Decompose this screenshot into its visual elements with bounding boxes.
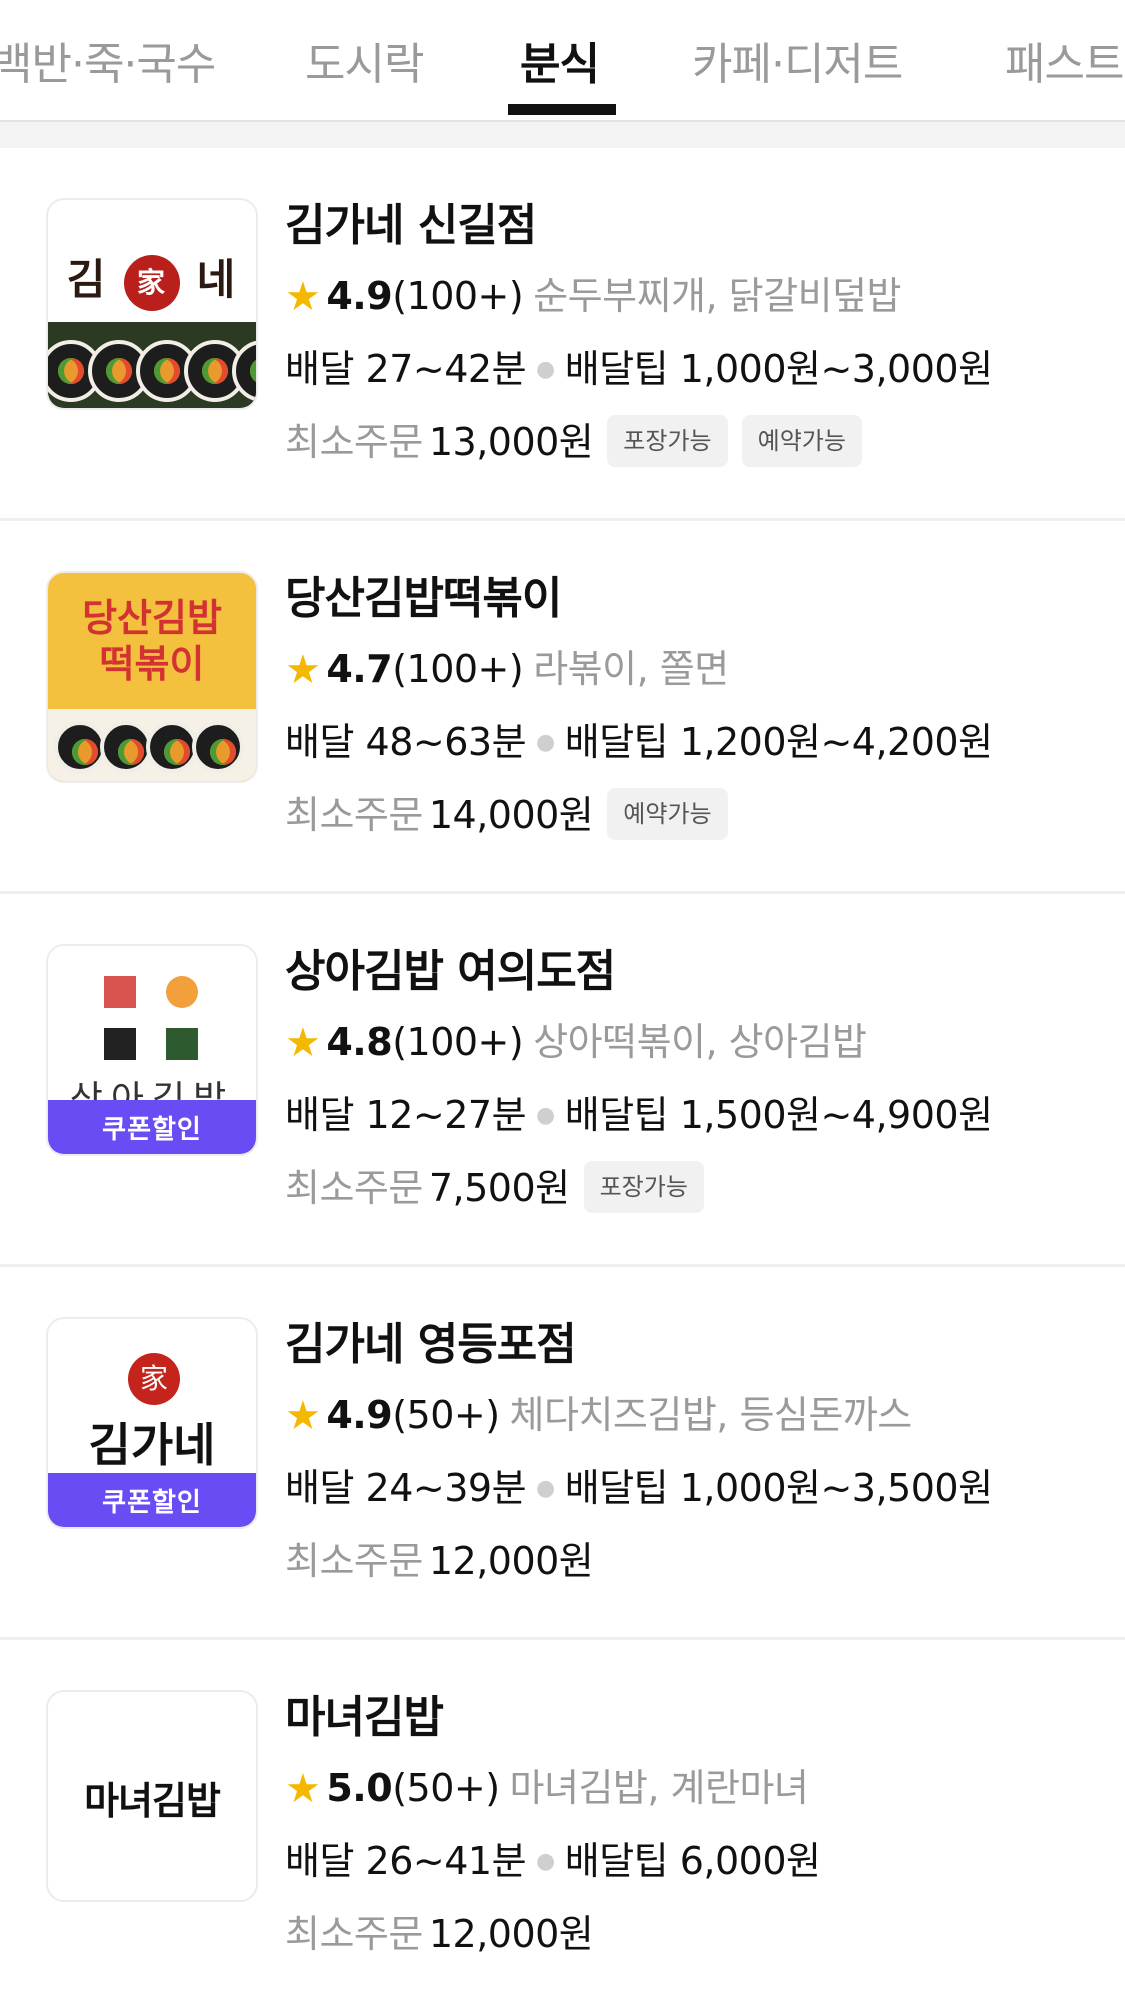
delivery-line: 배달 24~39분 ● 배달팁 1,000원~3,500원 xyxy=(285,1466,993,1510)
logo-shape-red xyxy=(104,976,136,1008)
delivery-line: 배달 26~41분 ● 배달팁 6,000원 xyxy=(285,1839,821,1883)
review-count: (50+) xyxy=(392,1766,500,1810)
star-icon: ★ xyxy=(285,647,321,693)
rating-line: ★ 5.0(50+) 마녀김밥, 계란마녀 xyxy=(285,1758,1095,1819)
restaurant-name: 상아김밥 여의도점 xyxy=(285,946,616,997)
tab-baekban[interactable]: 백반·죽·국수 xyxy=(0,28,216,92)
logo-shape-black xyxy=(104,1028,136,1060)
delivery-line: 배달 27~42분 ● 배달팁 1,000원~3,000원 xyxy=(285,347,993,391)
coupon-badge: 쿠폰할인 xyxy=(48,1100,256,1154)
min-order-line: 최소주문 13,000원 포장가능 예약가능 xyxy=(285,412,1095,472)
delivery-time: 27~42분 xyxy=(365,347,527,391)
menu-summary: 체다치즈김밥, 등심돈까스 xyxy=(509,1393,913,1437)
rating-line: ★ 4.9(100+) 순두부찌개, 닭갈비덮밥 xyxy=(285,266,1095,327)
rating-score: 4.7 xyxy=(326,647,393,691)
delivery-time: 26~41분 xyxy=(365,1839,527,1883)
delivery-tip: 1,200원~4,200원 xyxy=(679,720,993,764)
kimbap-image xyxy=(48,709,256,781)
min-order: 12,000원 xyxy=(428,1912,594,1956)
restaurant-card[interactable]: 마녀김밥 마녀김밥 ★ 5.0(50+) 마녀김밥, 계란마녀 배달 26~41분 ●… xyxy=(0,1640,1125,2010)
restaurant-list: 김 家 네 김가네 신길점 ★ 4.9(100+) 순두부찌개, 닭갈비덮밥 배달 … xyxy=(0,148,1125,2010)
star-icon: ★ xyxy=(285,1393,321,1439)
rating-score: 5.0 xyxy=(326,1766,393,1810)
delivery-line: 배달 48~63분 ● 배달팁 1,200원~4,200원 xyxy=(285,720,993,764)
tab-fastfood[interactable]: 패스트 xyxy=(1005,28,1124,92)
separator-dot: ● xyxy=(536,1103,555,1128)
min-order: 14,000원 xyxy=(428,793,594,837)
delivery-time: 12~27분 xyxy=(365,1093,527,1137)
logo-seal: 家 xyxy=(128,1353,180,1405)
restaurant-thumbnail: 김 家 네 xyxy=(46,198,258,410)
restaurant-name: 김가네 영등포점 xyxy=(285,1319,577,1370)
separator-dot: ● xyxy=(536,730,555,755)
restaurant-card[interactable]: 김 家 네 김가네 신길점 ★ 4.9(100+) 순두부찌개, 닭갈비덮밥 배달 … xyxy=(0,148,1125,521)
restaurant-card[interactable]: 당산김밥 떡볶이 당산김밥떡볶이 ★ 4.7(100+) 라볶이, 쫄면 배달 48~… xyxy=(0,521,1125,894)
thumbnail-logo: 김 家 네 xyxy=(48,246,256,311)
kimbap-image xyxy=(48,322,256,408)
restaurant-thumbnail: 家 김가네 쿠폰할인 xyxy=(46,1317,258,1529)
menu-summary: 라볶이, 쫄면 xyxy=(533,647,729,691)
tab-cafe-dessert[interactable]: 카페·디저트 xyxy=(692,28,903,92)
min-order-line: 최소주문 12,000원 xyxy=(285,1539,594,1583)
star-icon: ★ xyxy=(285,1766,321,1812)
min-order: 12,000원 xyxy=(428,1539,594,1583)
delivery-tip: 1,000원~3,500원 xyxy=(679,1466,993,1510)
restaurant-thumbnail: 마녀김밥 xyxy=(46,1690,258,1902)
delivery-line: 배달 12~27분 ● 배달팁 1,500원~4,900원 xyxy=(285,1093,993,1137)
active-tab-indicator xyxy=(508,104,616,115)
rating-score: 4.9 xyxy=(326,274,393,318)
restaurant-thumbnail: 상아김밥 쿠폰할인 xyxy=(46,944,258,1156)
min-order-line: 최소주문 7,500원 포장가능 xyxy=(285,1158,1095,1218)
logo-shape-orange xyxy=(166,976,198,1008)
tag-reservation: 예약가능 xyxy=(741,415,862,467)
section-divider xyxy=(0,122,1125,148)
menu-summary: 상아떡볶이, 상아김밥 xyxy=(533,1020,867,1064)
tab-dosirak[interactable]: 도시락 xyxy=(305,28,424,92)
review-count: (50+) xyxy=(392,1393,500,1437)
tag-takeout: 포장가능 xyxy=(583,1161,704,1213)
delivery-tip: 1,000원~3,000원 xyxy=(679,347,993,391)
restaurant-name: 마녀김밥 xyxy=(285,1692,444,1743)
menu-summary: 순두부찌개, 닭갈비덮밥 xyxy=(533,274,901,318)
restaurant-thumbnail: 당산김밥 떡볶이 xyxy=(46,571,258,783)
restaurant-name: 김가네 신길점 xyxy=(285,200,537,251)
rating-line: ★ 4.7(100+) 라볶이, 쫄면 xyxy=(285,639,1095,700)
logo-shape-green xyxy=(166,1028,198,1060)
rating-score: 4.8 xyxy=(326,1020,393,1064)
menu-summary: 마녀김밥, 계란마녀 xyxy=(509,1766,809,1810)
rating-score: 4.9 xyxy=(326,1393,393,1437)
thumbnail-logo: 김가네 xyxy=(88,1418,216,1472)
restaurant-card[interactable]: 상아김밥 쿠폰할인 상아김밥 여의도점 ★4.8(100+)상아떡볶이, 상아김… xyxy=(0,894,1125,1267)
coupon-badge: 쿠폰할인 xyxy=(48,1473,256,1527)
min-order: 7,500원 xyxy=(428,1166,570,1210)
rating-line: ★ 4.9(50+) 체다치즈김밥, 등심돈까스 xyxy=(285,1385,1095,1446)
rating-line: ★ 4.8(100+) 상아떡볶이, 상아김밥 xyxy=(285,1012,1095,1073)
separator-dot: ● xyxy=(536,357,555,382)
min-order-line: 최소주문 14,000원 예약가능 xyxy=(285,785,1095,845)
review-count: (100+) xyxy=(392,647,524,691)
tag-takeout: 포장가능 xyxy=(607,415,728,467)
delivery-time: 48~63분 xyxy=(365,720,527,764)
star-icon: ★ xyxy=(285,1020,321,1066)
thumbnail-logo: 당산김밥 떡볶이 xyxy=(82,596,222,686)
thumbnail-logo: 마녀김밥 xyxy=(84,1779,221,1823)
tab-bunsik[interactable]: 분식 xyxy=(520,28,600,92)
min-order: 13,000원 xyxy=(428,420,594,464)
tag-reservation: 예약가능 xyxy=(607,788,728,840)
delivery-tip: 1,500원~4,900원 xyxy=(679,1093,993,1137)
review-count: (100+) xyxy=(392,274,524,318)
delivery-time: 24~39분 xyxy=(365,1466,527,1510)
min-order-line: 최소주문 12,000원 xyxy=(285,1912,594,1956)
restaurant-card[interactable]: 家 김가네 쿠폰할인 김가네 영등포점 ★ 4.9(50+) 체다치즈김밥, 등심돈… xyxy=(0,1267,1125,1640)
separator-dot: ● xyxy=(536,1849,555,1874)
review-count: (100+) xyxy=(392,1020,524,1064)
delivery-tip: 6,000원 xyxy=(679,1839,821,1883)
category-tabs: 백반·죽·국수 도시락 분식 카페·디저트 패스트 xyxy=(0,0,1125,123)
restaurant-name: 당산김밥떡볶이 xyxy=(285,573,562,624)
star-icon: ★ xyxy=(285,274,321,320)
separator-dot: ● xyxy=(536,1476,555,1501)
